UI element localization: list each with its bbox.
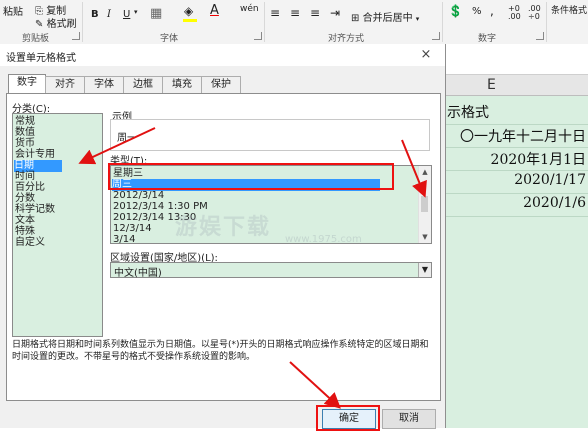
format-painter-label: 格式刷 [46, 19, 77, 30]
clipboard-launcher-icon[interactable] [72, 32, 80, 40]
tab-font[interactable]: 字体 [84, 76, 124, 93]
underline-dropdown-icon[interactable]: ▾ [134, 8, 138, 16]
merge-center-label: 合并后居中 [362, 13, 413, 24]
font-color-button[interactable]: A [210, 3, 219, 18]
comma-button[interactable]: , [490, 4, 494, 18]
font-launcher-icon[interactable] [254, 32, 262, 40]
locale-dropdown[interactable]: 中文(中国) ▼ [110, 262, 432, 279]
row-divider [445, 193, 588, 194]
divider [264, 2, 265, 42]
sheet-cell[interactable]: 2020年1月1日 [491, 149, 586, 169]
format-description: 日期格式将日期和时间系列数值显示为日期值。以星号(*)开头的日期格式响应操作系统… [12, 340, 429, 362]
paste-label: 粘贴 [3, 7, 23, 18]
format-painter-button[interactable]: ✎ 格式刷 [34, 14, 78, 31]
decrease-decimal-button[interactable]: .00 ÷0 [528, 5, 544, 21]
chevron-down-icon[interactable]: ▼ [418, 263, 431, 277]
row-divider [445, 216, 588, 217]
phonetic-button[interactable]: wén [240, 4, 259, 14]
brush-icon: ✎ [35, 19, 44, 30]
ribbon: 粘贴 ⎘ 复制 ✎ 格式刷 剪贴板 B I U ▾ ▦ ◈ A wén 字体 ≡… [0, 0, 588, 45]
sample-box: 周一 [110, 119, 430, 151]
watermark-logo: 游娱下载 [175, 209, 271, 241]
dialog-title: 设置单元格格式 [6, 53, 76, 64]
format-cells-dialog: 设置单元格格式 × 数字 对齐 字体 边框 填充 保护 分类(C): 常规 数值… [0, 44, 446, 429]
align-center-icon[interactable]: ≡ [290, 6, 300, 20]
increase-decimal-button[interactable]: +0 .00 [508, 5, 524, 21]
tab-alignment[interactable]: 对齐 [45, 76, 85, 93]
conditional-format-button[interactable]: 条件格式 [550, 2, 588, 17]
sheet-cell[interactable]: 2020/1/17 [514, 172, 586, 188]
sheet-cell[interactable]: 示格式 [447, 102, 489, 122]
fill-color-icon[interactable]: ◈ [184, 4, 193, 18]
row-divider [445, 124, 588, 125]
paste-button[interactable]: 粘贴 [2, 2, 24, 19]
underline-button[interactable]: U [122, 8, 131, 21]
bold-button[interactable]: B [90, 8, 100, 21]
sample-value: 周一 [117, 133, 137, 144]
number-launcher-icon[interactable] [536, 32, 544, 40]
watermark-text: 游娱下载 [175, 215, 272, 240]
column-header[interactable]: E [445, 75, 588, 96]
clipboard-group-label: 剪贴板 [22, 34, 50, 44]
dialog-titlebar[interactable]: 设置单元格格式 × [0, 44, 445, 66]
align-right-icon[interactable]: ≡ [310, 6, 320, 20]
scroll-thumb[interactable] [421, 196, 428, 212]
watermark-url: www.1975.com [285, 234, 362, 245]
column-header-label: E [487, 77, 496, 93]
align-group-label: 对齐方式 [328, 34, 365, 44]
merge-icon: ⊞ [351, 13, 360, 24]
locale-value: 中文(中国) [114, 268, 162, 279]
border-icon[interactable]: ▦ [150, 6, 162, 21]
type-list-scrollbar[interactable]: ▲ ▼ [418, 166, 431, 243]
tab-number[interactable]: 数字 [8, 74, 46, 94]
divider [442, 2, 443, 42]
list-item[interactable]: 自定义 [15, 237, 45, 249]
tab-fill[interactable]: 填充 [162, 76, 202, 93]
row-divider [445, 147, 588, 148]
italic-button[interactable]: I [106, 8, 112, 21]
tab-border[interactable]: 边框 [123, 76, 163, 93]
highlight-box [316, 405, 380, 431]
highlight-box [108, 163, 394, 190]
divider [82, 2, 83, 42]
divider [546, 2, 547, 42]
number-group-label: 数字 [478, 34, 497, 44]
chevron-down-icon: ▾ [415, 15, 420, 23]
formula-bar[interactable] [445, 44, 588, 75]
sheet-cell[interactable]: 2020/1/6 [523, 195, 586, 211]
sheet-cell[interactable]: 〇一九年十二月十日 [460, 126, 586, 146]
merge-center-button[interactable]: ⊞ 合并后居中 ▾ [350, 8, 420, 25]
fill-color-swatch [183, 19, 197, 22]
align-launcher-icon[interactable] [432, 32, 440, 40]
scroll-down-icon[interactable]: ▼ [421, 233, 429, 241]
category-list[interactable]: 常规 数值 货币 会计专用 日期 时间 百分比 分数 科学记数 文本 特殊 自定… [12, 113, 103, 337]
spreadsheet-area: E 示格式 〇一九年十二月十日 2020年1月1日 2020/1/17 2020… [445, 44, 588, 428]
font-group-label: 字体 [160, 34, 179, 44]
tab-protection[interactable]: 保护 [201, 76, 241, 93]
currency-icon[interactable]: 💲 [448, 4, 463, 18]
scroll-up-icon[interactable]: ▲ [421, 168, 429, 176]
row-divider [445, 170, 588, 171]
list-item[interactable]: 3/14 [113, 234, 135, 243]
percent-button[interactable]: % [472, 6, 482, 17]
close-icon[interactable]: × [418, 47, 434, 63]
cancel-button[interactable]: 取消 [382, 409, 436, 429]
align-left-icon[interactable]: ≡ [270, 6, 280, 20]
indent-icon[interactable]: ⇥ [330, 6, 340, 20]
